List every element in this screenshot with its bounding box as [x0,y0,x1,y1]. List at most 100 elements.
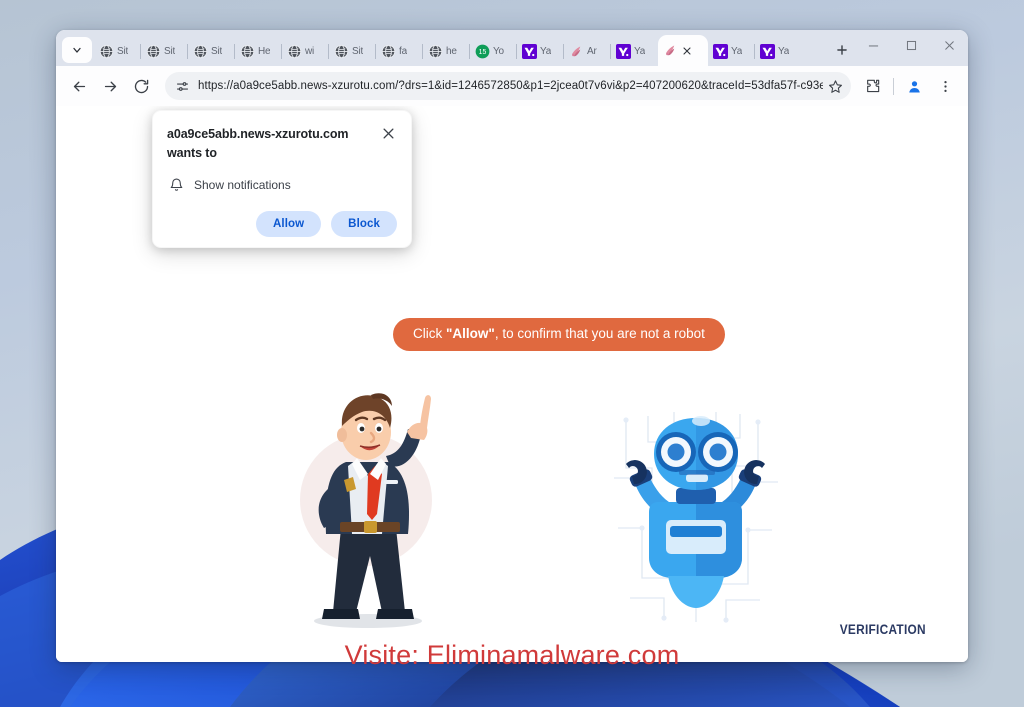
extensions-button[interactable] [858,71,888,101]
blue-robot-illustration [614,412,778,623]
toolbar-divider [893,77,894,95]
tab-item[interactable]: he [422,36,470,66]
tab-item[interactable]: Ya [610,36,658,66]
three-dot-menu-icon [943,80,947,92]
tab-item[interactable]: Sit [187,36,235,66]
tab-item[interactable]: Ar [563,36,611,66]
pink-ribbon-icon [666,45,675,56]
tab-label: wi [305,45,315,57]
page-viewport: Click "Allow", to confirm that you are n… [56,106,968,662]
desktop: Sit Sit Sit He wi Sit fa he 15 Yo Ya Ar … [0,0,1024,707]
arrow-left-icon [73,81,85,91]
tab-close-button[interactable] [681,44,694,57]
tab-item[interactable]: wi [281,36,329,66]
verification-logo: VERIFICATION [839,622,926,637]
yahoo-icon [522,43,537,59]
popup-actions: Allow Block [167,211,397,237]
yahoo-icon [616,43,631,59]
chevron-down-icon [73,47,81,53]
tab-active[interactable] [658,35,708,66]
tab-item[interactable]: He [234,36,282,66]
block-button[interactable]: Block [331,211,397,237]
tab-item[interactable]: Sit [94,36,141,66]
popup-header: a0a9ce5abb.news-xzurotu.com wants to [167,125,397,163]
businessman-pointing-up-illustration [300,393,432,628]
bell-icon [170,178,183,191]
arrow-right-icon [104,81,116,91]
browser-toolbar: https://a0a9ce5abb.news-xzurotu.com/?drs… [56,66,968,106]
notification-permission-popup: a0a9ce5abb.news-xzurotu.com wants to Sho… [152,110,412,248]
profile-button[interactable] [899,71,929,101]
maximize-icon [906,40,916,50]
tab-label: Sit [352,45,364,57]
tab-item[interactable]: Ya [754,36,802,66]
forward-button[interactable] [95,71,125,101]
bubble-prefix: Click [413,326,446,341]
browser-window: Sit Sit Sit He wi Sit fa he 15 Yo Ya Ar … [56,30,968,662]
plus-icon [837,45,847,55]
close-icon [383,128,394,139]
tab-label: He [258,45,271,57]
profile-avatar-icon [908,80,920,93]
globe-icon [146,44,161,58]
tab-label: Ar [587,45,597,57]
globe-icon [99,44,114,58]
tab-strip: Sit Sit Sit He wi Sit fa he 15 Yo Ya Ar … [56,30,968,66]
sliders-icon [176,81,188,91]
tab-label: Sit [117,45,129,57]
svg-text:15: 15 [479,49,487,56]
popup-wants-to: wants to [167,146,217,160]
new-tab-button[interactable] [830,38,854,62]
tab-item[interactable]: Sit [328,36,376,66]
permission-label: Show notifications [194,178,291,192]
bookmark-star-button[interactable] [823,74,847,98]
tab-label: Ya [540,45,552,57]
tab-item[interactable]: Sit [140,36,188,66]
back-button[interactable] [64,71,94,101]
browser-menu-button[interactable] [930,71,960,101]
tab-list: Sit Sit Sit He wi Sit fa he 15 Yo Ya Ar … [94,30,825,66]
tab-label: fa [399,45,407,57]
popup-close-button[interactable] [381,126,397,142]
extensions-puzzle-icon [867,79,880,93]
tab-label: Sit [211,45,223,57]
speech-bubble: Click "Allow", to confirm that you are n… [393,318,725,351]
reload-button[interactable] [126,71,156,101]
globe-icon [381,44,396,58]
popup-title: a0a9ce5abb.news-xzurotu.com wants to [167,125,375,163]
tab-item[interactable]: fa [375,36,423,66]
tab-label: he [446,45,457,57]
popup-site-name: a0a9ce5abb.news-xzurotu.com [167,127,349,141]
tab-label: Sit [164,45,176,57]
yahoo-icon [713,43,728,59]
minimize-button[interactable] [854,30,892,60]
globe-icon [428,44,443,58]
tab-item[interactable]: 15 Yo [469,36,517,66]
globe-icon [193,44,208,58]
address-bar[interactable]: https://a0a9ce5abb.news-xzurotu.com/?drs… [165,72,851,100]
reload-icon [134,79,148,93]
tab-item[interactable]: Ya [516,36,564,66]
close-icon [944,40,954,50]
close-button[interactable] [930,30,968,60]
allow-button[interactable]: Allow [256,211,322,237]
star-icon [828,79,842,93]
close-icon [683,47,691,55]
tab-label: Ya [778,45,790,57]
pink-ribbon-icon [572,46,581,56]
tab-label: Ya [731,45,743,57]
globe-icon [240,44,255,58]
tab-search-button[interactable] [62,37,92,63]
bubble-suffix: , to confirm that you are not a robot [494,326,705,341]
tab-item[interactable]: Ya [708,36,755,66]
permission-row: Show notifications [169,177,397,193]
maximize-button[interactable] [892,30,930,60]
yahoo-icon [760,43,775,59]
tab-label: Ya [634,45,646,57]
globe-icon [334,44,349,58]
bubble-quoted: "Allow" [446,326,495,341]
globe-icon [287,44,302,58]
site-settings-icon[interactable] [170,74,194,98]
tab-label: Yo [493,45,504,57]
green-badge-icon: 15 [475,44,490,58]
